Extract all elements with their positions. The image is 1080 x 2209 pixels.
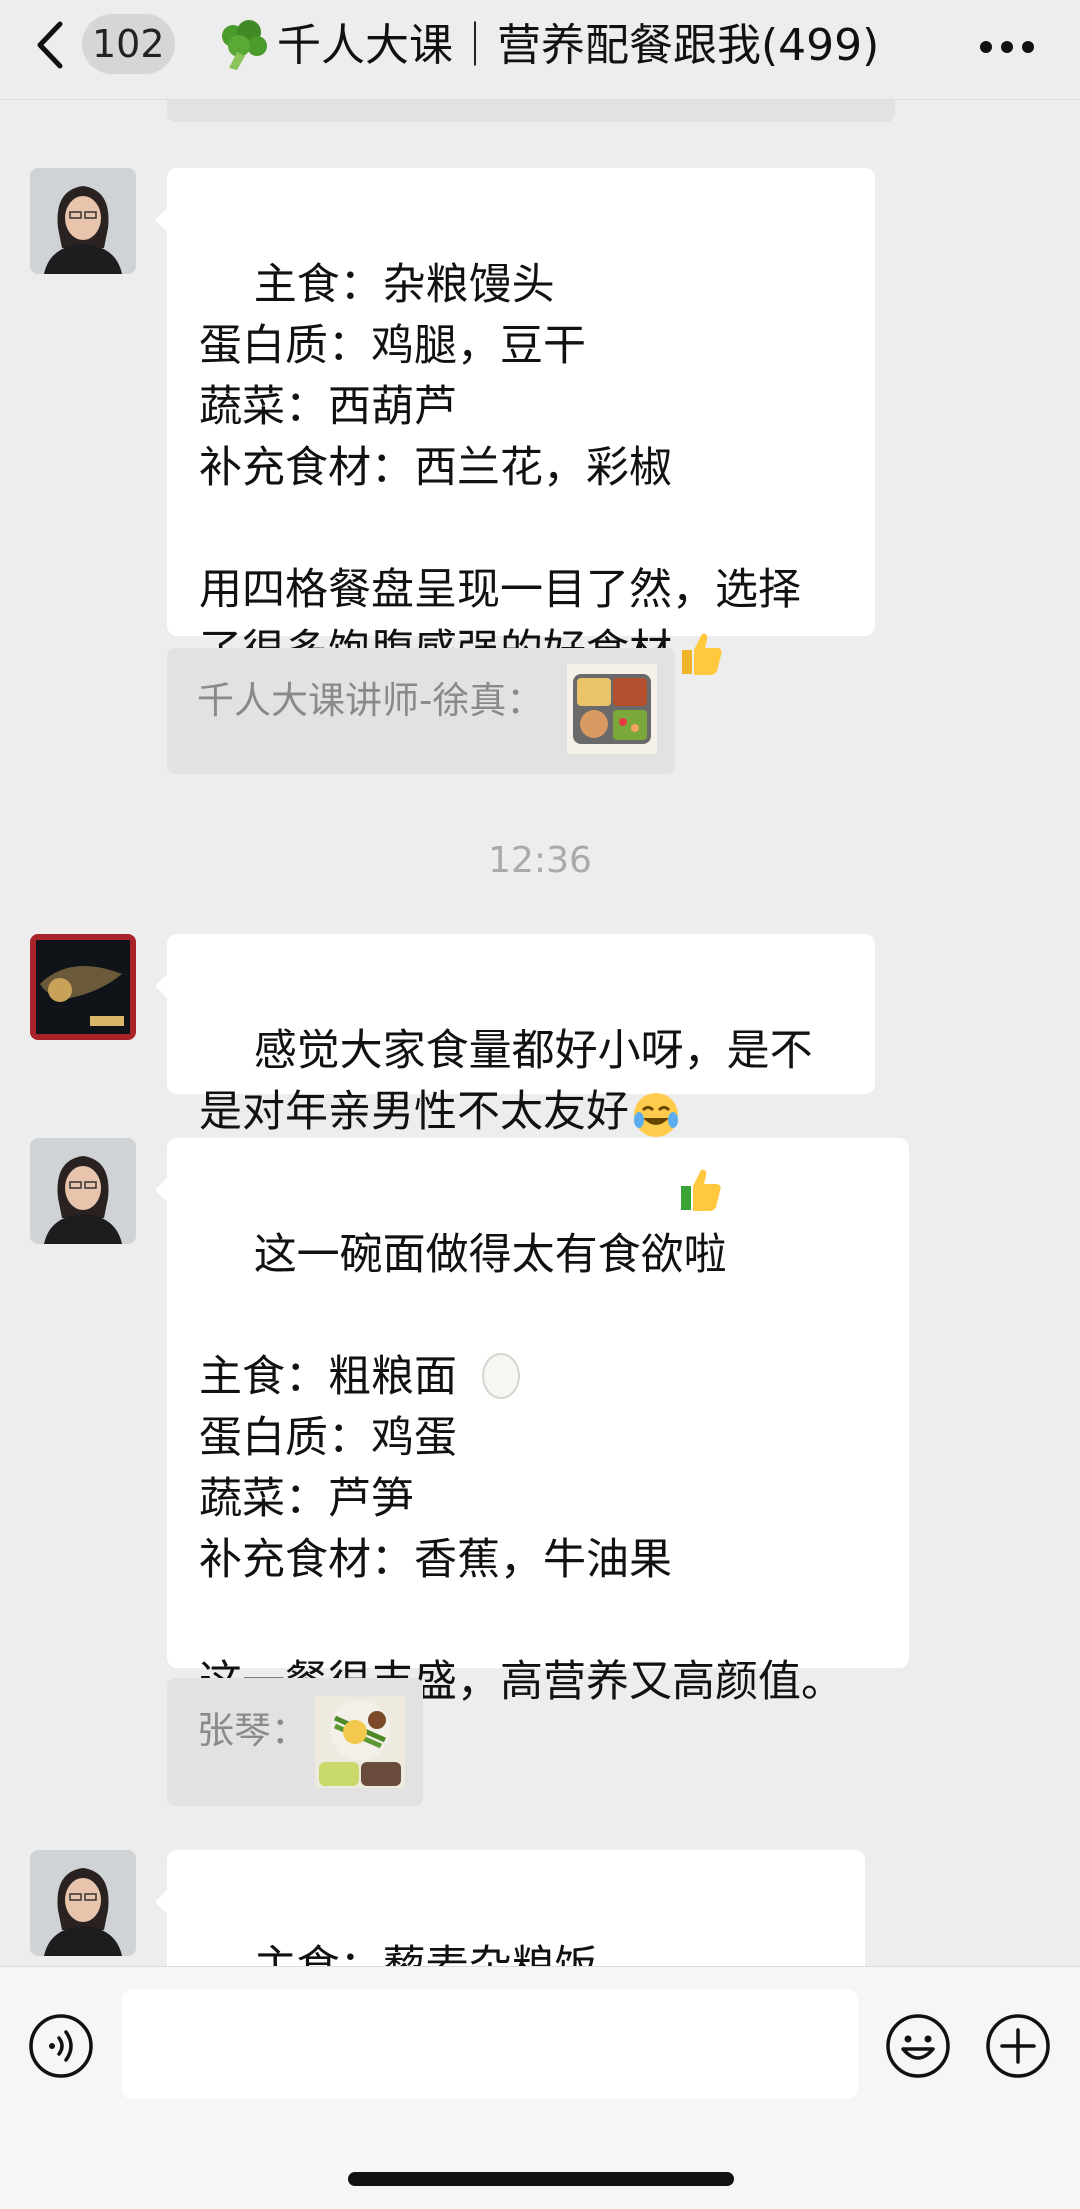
home-indicator[interactable] — [348, 2172, 734, 2186]
quote-sender-label: 张琴： — [197, 1709, 308, 1752]
message-bubble[interactable]: 感觉大家食量都好小呀，是不是对年亲男性不太友好 — [155, 934, 875, 1137]
quoted-message[interactable]: 张琴： — [167, 1678, 423, 1806]
emoji-icon[interactable] — [885, 2013, 951, 2079]
avatar[interactable] — [30, 1138, 136, 1244]
unread-count-badge[interactable]: 102 — [82, 14, 175, 74]
avatar[interactable] — [30, 934, 136, 1040]
meal-photo-thumbnail[interactable] — [315, 1696, 405, 1788]
plus-icon[interactable] — [985, 2013, 1051, 2079]
avatar[interactable] — [30, 1850, 136, 1956]
message-text: 主食：杂粮馒头 蛋白质：鸡腿，豆干 蔬菜：西葫芦 补充食材：西兰花，彩椒 用四格… — [199, 260, 801, 676]
message-text: 感觉大家食量都好小呀，是不是对年亲男性不太友好 — [199, 1026, 813, 1137]
back-chevron-icon[interactable] — [30, 18, 70, 72]
egg-emoji-icon — [482, 1353, 520, 1399]
thumbs-up-emoji-icon — [681, 1169, 721, 1211]
quoted-message[interactable]: 千人大课讲师-徐真： — [167, 648, 675, 774]
previous-quote-stub[interactable] — [167, 100, 895, 122]
thumbs-up-emoji-icon — [682, 633, 722, 675]
avatar[interactable] — [30, 168, 136, 274]
message-bubble[interactable]: 这一碗面做得太有食欲啦 主食：粗粮面 蛋白质：鸡蛋 蔬菜：芦笋 补充食材：香蕉，… — [155, 1138, 909, 1707]
chat-title: 千人大课｜营养配餐跟我 (499) — [215, 16, 935, 76]
chat-header: 102 千人大课｜营养配餐跟我 (499) — [0, 0, 1080, 100]
chat-title-text: 千人大课｜营养配餐跟我 — [277, 20, 761, 71]
message-text: 这一碗面做得太有食欲啦 主食：粗粮面 蛋白质：鸡蛋 蔬菜：芦笋 补充食材：香蕉，… — [199, 1230, 844, 1707]
broccoli-icon — [222, 20, 267, 70]
message-bubble[interactable]: 主食：杂粮馒头 蛋白质：鸡腿，豆干 蔬菜：西葫芦 补充食材：西兰花，彩椒 用四格… — [155, 168, 875, 676]
voice-icon[interactable] — [28, 2013, 94, 2079]
timestamp: 12:36 — [488, 840, 592, 881]
chat-area[interactable]: 主食：杂粮馒头 蛋白质：鸡腿，豆干 蔬菜：西葫芦 补充食材：西兰花，彩椒 用四格… — [0, 100, 1080, 1966]
meal-plate-thumbnail[interactable] — [567, 664, 657, 754]
crying-laughing-emoji-icon — [634, 1092, 678, 1137]
more-dots-icon[interactable] — [979, 40, 1035, 54]
quote-sender-label: 千人大课讲师-徐真： — [197, 679, 544, 722]
member-count: (499) — [761, 20, 880, 71]
message-input[interactable] — [122, 1989, 858, 2099]
message-bubble[interactable]: 主食：藜麦杂粮饭 蛋白质：瘦肉丸，豆制品 — [155, 1850, 865, 1966]
message-text: 主食：藜麦杂粮饭 蛋白质：瘦肉丸，豆制品 — [199, 1942, 672, 1966]
